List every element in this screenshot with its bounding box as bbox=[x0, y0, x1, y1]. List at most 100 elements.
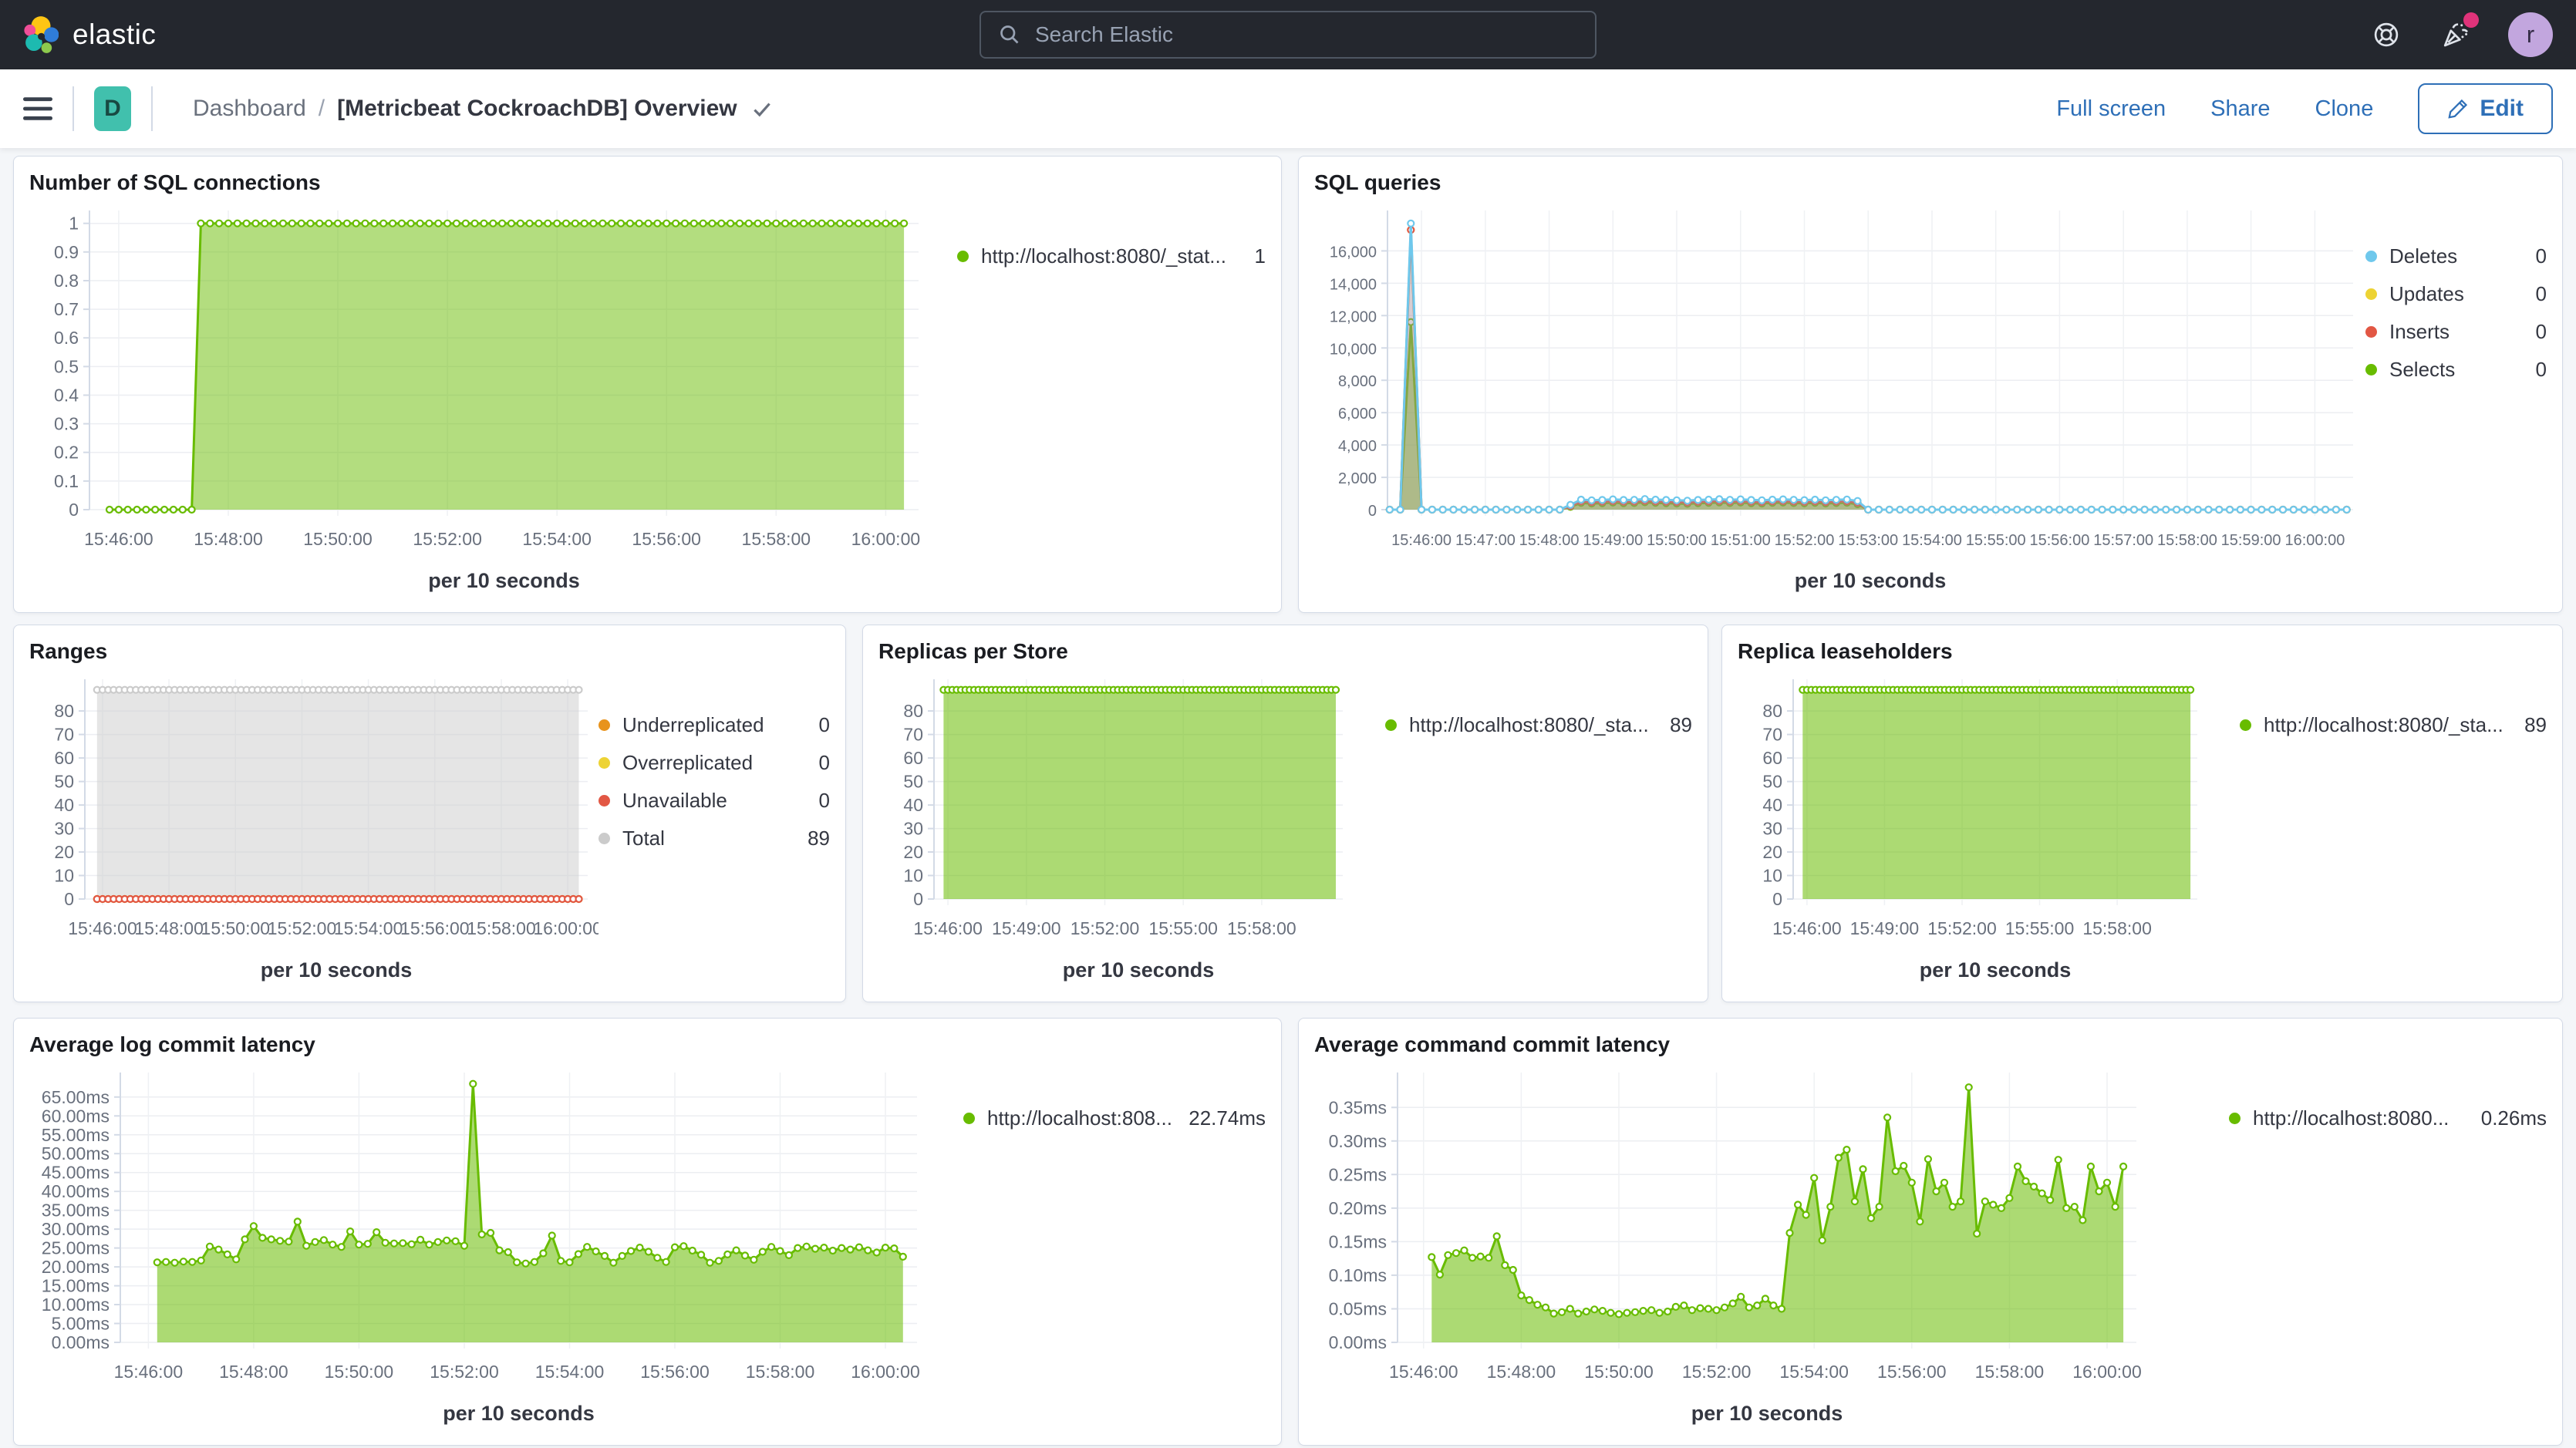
share-button[interactable]: Share bbox=[2210, 96, 2270, 122]
clone-button[interactable]: Clone bbox=[2315, 96, 2374, 122]
svg-text:15:54:00: 15:54:00 bbox=[334, 918, 403, 938]
svg-text:15:50:00: 15:50:00 bbox=[1647, 532, 1707, 549]
chart-svg[interactable]: 0102030405060708015:46:0015:49:0015:52:0… bbox=[1738, 670, 2240, 988]
chart-ranges[interactable]: 0102030405060708015:46:0015:48:0015:50:0… bbox=[29, 670, 598, 988]
svg-text:40: 40 bbox=[54, 795, 74, 815]
svg-text:0.1: 0.1 bbox=[54, 471, 79, 491]
chart-replica-leaseholders[interactable]: 0102030405060708015:46:0015:49:0015:52:0… bbox=[1738, 670, 2240, 988]
svg-text:55.00ms: 55.00ms bbox=[42, 1125, 110, 1145]
legend-item[interactable]: Inserts0 bbox=[2365, 320, 2547, 344]
legend-label: Total bbox=[622, 827, 665, 850]
legend-item[interactable]: Deletes0 bbox=[2365, 244, 2547, 268]
legend-item[interactable]: Underreplicated0 bbox=[598, 713, 830, 737]
svg-text:15:51:00: 15:51:00 bbox=[1711, 532, 1771, 549]
panel-sql-connections: Number of SQL connections 00.10.20.30.40… bbox=[13, 156, 1282, 613]
legend-value: 0 bbox=[802, 751, 830, 775]
svg-text:10: 10 bbox=[903, 866, 923, 886]
chart-log-commit-latency[interactable]: 0.00ms5.00ms10.00ms15.00ms20.00ms25.00ms… bbox=[29, 1063, 963, 1431]
svg-text:25.00ms: 25.00ms bbox=[42, 1238, 110, 1258]
legend-item[interactable]: http://localhost:8080/_sta...89 bbox=[2240, 713, 2547, 737]
svg-text:30: 30 bbox=[1762, 819, 1782, 839]
chart-svg[interactable]: 00.10.20.30.40.50.60.70.80.9115:46:0015:… bbox=[29, 201, 957, 598]
svg-text:16:00:00: 16:00:00 bbox=[851, 529, 921, 549]
chart-sql-queries[interactable]: 02,0004,0006,0008,00010,00012,00014,0001… bbox=[1314, 201, 2365, 598]
panel-title[interactable]: Replica leaseholders bbox=[1738, 639, 2547, 664]
legend-value: 0 bbox=[2519, 282, 2547, 306]
legend-label: Updates bbox=[2389, 282, 2464, 306]
svg-text:15:49:00: 15:49:00 bbox=[1850, 918, 1920, 938]
chart-replicas-per-store[interactable]: 0102030405060708015:46:0015:49:0015:52:0… bbox=[878, 670, 1385, 988]
svg-text:15:48:00: 15:48:00 bbox=[1487, 1362, 1556, 1382]
legend-item[interactable]: Overreplicated0 bbox=[598, 751, 830, 775]
menu-button[interactable] bbox=[23, 96, 52, 121]
svg-text:0: 0 bbox=[1772, 889, 1782, 909]
svg-text:15:48:00: 15:48:00 bbox=[194, 529, 263, 549]
svg-text:0.3: 0.3 bbox=[54, 414, 79, 434]
svg-text:14,000: 14,000 bbox=[1330, 276, 1377, 293]
svg-text:16:00:00: 16:00:00 bbox=[2284, 532, 2345, 549]
help-button[interactable] bbox=[2371, 19, 2402, 50]
avatar[interactable]: r bbox=[2508, 12, 2553, 57]
svg-text:35.00ms: 35.00ms bbox=[42, 1200, 110, 1221]
svg-text:15:58:00: 15:58:00 bbox=[746, 1362, 815, 1382]
legend: http://localhost:8080/_sta...89 bbox=[1385, 713, 1692, 988]
svg-text:8,000: 8,000 bbox=[1338, 373, 1377, 390]
svg-text:65.00ms: 65.00ms bbox=[42, 1087, 110, 1107]
legend-dot bbox=[598, 719, 610, 731]
search-input[interactable] bbox=[1033, 22, 1578, 48]
chart-svg[interactable]: 0.00ms0.05ms0.10ms0.15ms0.20ms0.25ms0.30… bbox=[1314, 1063, 2229, 1431]
legend-item[interactable]: Total89 bbox=[598, 827, 830, 850]
svg-text:15:56:00: 15:56:00 bbox=[640, 1362, 710, 1382]
page-title[interactable]: [Metricbeat CockroachDB] Overview bbox=[337, 96, 737, 122]
svg-text:60: 60 bbox=[903, 748, 923, 768]
panel-title[interactable]: Replicas per Store bbox=[878, 639, 1692, 664]
global-search[interactable] bbox=[979, 11, 1597, 59]
svg-text:15:54:00: 15:54:00 bbox=[1779, 1362, 1849, 1382]
legend-label: Inserts bbox=[2389, 320, 2450, 344]
legend-item[interactable]: http://localhost:808...22.74ms bbox=[963, 1106, 1266, 1130]
svg-text:30: 30 bbox=[903, 819, 923, 839]
pencil-icon bbox=[2447, 98, 2469, 120]
chart-svg[interactable]: 0.00ms5.00ms10.00ms15.00ms20.00ms25.00ms… bbox=[29, 1063, 963, 1431]
legend-item[interactable]: Unavailable0 bbox=[598, 789, 830, 813]
svg-text:15:46:00: 15:46:00 bbox=[913, 918, 983, 938]
svg-text:15:52:00: 15:52:00 bbox=[1927, 918, 1997, 938]
legend-item[interactable]: http://localhost:8080...0.26ms bbox=[2229, 1106, 2547, 1130]
panel-title[interactable]: SQL queries bbox=[1314, 170, 2547, 195]
panel-title[interactable]: Average log commit latency bbox=[29, 1032, 1266, 1057]
chart-command-commit-latency[interactable]: 0.00ms0.05ms0.10ms0.15ms0.20ms0.25ms0.30… bbox=[1314, 1063, 2229, 1431]
chart-sql-connections[interactable]: 00.10.20.30.40.50.60.70.80.9115:46:0015:… bbox=[29, 201, 957, 598]
svg-text:15:50:00: 15:50:00 bbox=[325, 1362, 394, 1382]
space-badge[interactable]: D bbox=[94, 86, 131, 131]
edit-button[interactable]: Edit bbox=[2418, 83, 2553, 134]
legend-item[interactable]: http://localhost:8080/_stat... 1 bbox=[957, 244, 1266, 268]
svg-text:15:56:00: 15:56:00 bbox=[400, 918, 470, 938]
legend-item[interactable]: http://localhost:8080/_sta...89 bbox=[1385, 713, 1692, 737]
full-screen-button[interactable]: Full screen bbox=[2056, 96, 2166, 122]
chart-svg[interactable]: 0102030405060708015:46:0015:48:0015:50:0… bbox=[29, 670, 598, 988]
svg-text:15:49:00: 15:49:00 bbox=[1583, 532, 1643, 549]
breadcrumb-dashboard[interactable]: Dashboard bbox=[193, 96, 306, 122]
legend-item[interactable]: Updates 0 bbox=[2365, 282, 2547, 306]
panel-title[interactable]: Average command commit latency bbox=[1314, 1032, 2547, 1057]
svg-text:12,000: 12,000 bbox=[1330, 308, 1377, 325]
legend-item[interactable]: Selects0 bbox=[2365, 358, 2547, 382]
legend-dot bbox=[963, 1113, 975, 1124]
legend-dot bbox=[2365, 288, 2377, 300]
legend-dot bbox=[598, 833, 610, 844]
legend-label: http://localhost:8080... bbox=[2253, 1106, 2449, 1130]
svg-text:80: 80 bbox=[1762, 701, 1782, 721]
svg-text:15:50:00: 15:50:00 bbox=[303, 529, 373, 549]
chart-svg[interactable]: 0102030405060708015:46:0015:49:0015:52:0… bbox=[878, 670, 1385, 988]
panel-title[interactable]: Ranges bbox=[29, 639, 830, 664]
svg-text:10.00ms: 10.00ms bbox=[42, 1295, 110, 1315]
panel-title[interactable]: Number of SQL connections bbox=[29, 170, 1266, 195]
svg-text:15:58:00: 15:58:00 bbox=[467, 918, 536, 938]
title-menu-button[interactable] bbox=[750, 96, 774, 121]
legend-value: 1 bbox=[1238, 244, 1266, 268]
news-button[interactable] bbox=[2439, 19, 2471, 51]
legend-label: http://localhost:8080/_stat... bbox=[981, 244, 1226, 268]
chart-svg[interactable]: 02,0004,0006,0008,00010,00012,00014,0001… bbox=[1314, 201, 2365, 598]
toolbar-divider bbox=[72, 86, 74, 131]
svg-text:50.00ms: 50.00ms bbox=[42, 1143, 110, 1163]
